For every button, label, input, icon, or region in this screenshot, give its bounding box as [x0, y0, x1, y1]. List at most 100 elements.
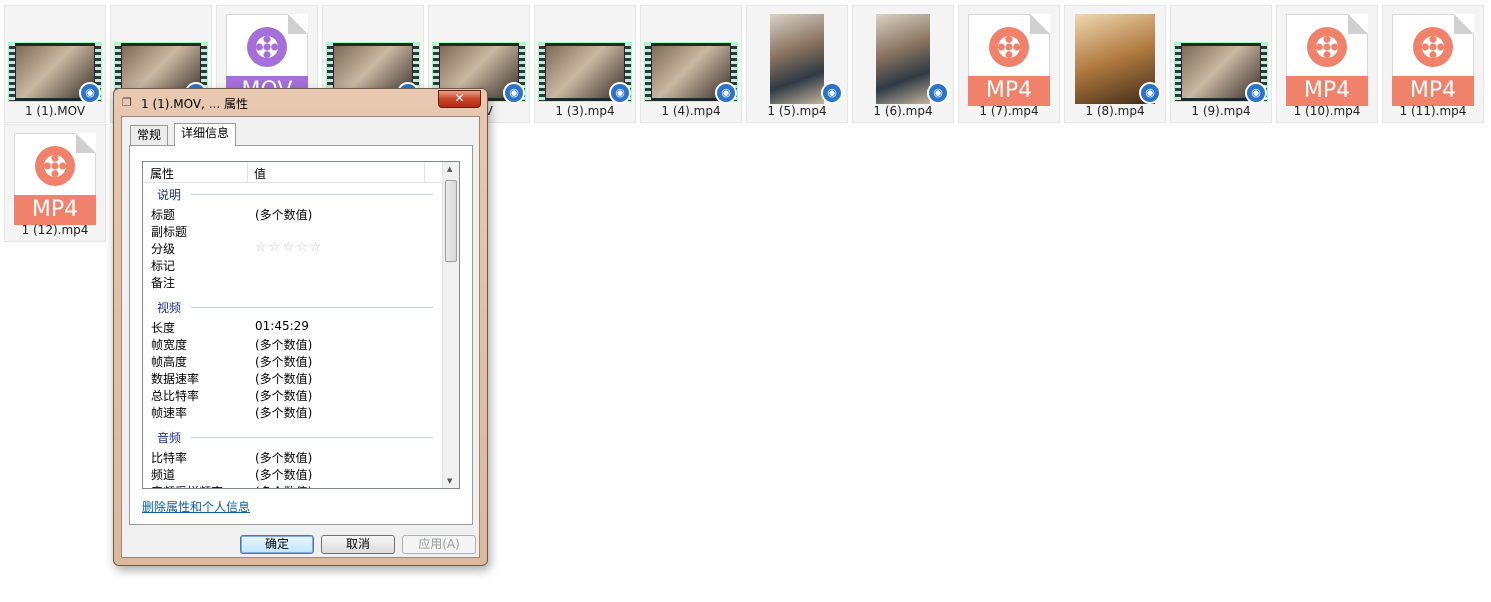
property-row[interactable]: 备注	[151, 274, 175, 291]
property-value: (多个数值)	[255, 338, 313, 352]
property-row[interactable]: 音频采样频率 (多个数值)	[151, 483, 312, 488]
property-row[interactable]: 数据速率 (多个数值)	[151, 370, 312, 387]
property-value: (多个数值)	[255, 468, 313, 482]
player-badge-icon: ◉	[503, 82, 525, 104]
property-value: (多个数值)	[255, 208, 313, 222]
property-row[interactable]: 标记	[151, 257, 175, 274]
property-label: 副标题	[151, 225, 188, 239]
property-label: 总比特率	[151, 389, 200, 403]
file-name: 1 (11).mp4	[1399, 104, 1467, 118]
property-value: (多个数值)	[255, 355, 313, 369]
tab-general[interactable]: 常规	[130, 125, 169, 145]
page-fold	[76, 133, 96, 153]
property-value: (多个数值)	[255, 483, 312, 488]
star-icon[interactable]: ☆	[310, 240, 322, 255]
property-label: 数据速率	[151, 372, 200, 386]
property-label: 标记	[151, 259, 176, 273]
file-name: 1 (7).mp4	[979, 104, 1039, 118]
video-thumbnail	[770, 14, 824, 104]
close-button[interactable]: ✕	[438, 90, 481, 108]
remove-properties-link[interactable]: 删除属性和个人信息	[142, 498, 250, 515]
group-header[interactable]: 说明	[157, 186, 433, 202]
property-row[interactable]: 分级 ☆ ☆ ☆ ☆ ☆	[151, 240, 321, 257]
group-divider	[191, 194, 433, 195]
dialog-titlebar[interactable]: ❐ 1 (1).MOV, ... 属性 ✕	[114, 89, 487, 115]
header-property[interactable]: 属性	[150, 165, 174, 182]
star-icon[interactable]: ☆	[282, 240, 294, 255]
video-thumbnail	[876, 14, 930, 104]
scroll-thumb[interactable]	[445, 180, 457, 262]
file-tile[interactable]: MP4 1 (7).mp4	[958, 5, 1060, 123]
film-reel-icon	[35, 146, 75, 186]
property-row[interactable]: 帧高度 (多个数值)	[151, 353, 312, 370]
ok-button[interactable]: 确定	[240, 535, 314, 554]
property-row[interactable]: 帧宽度 (多个数值)	[151, 336, 312, 353]
property-row[interactable]: 帧速率 (多个数值)	[151, 404, 312, 421]
property-row[interactable]: 标题 (多个数值)	[151, 206, 312, 223]
file-name: 1 (4).mp4	[661, 104, 721, 118]
film-reel-icon	[1307, 27, 1347, 67]
file-tile[interactable]: ◉ 1 (9).mp4	[1170, 5, 1272, 123]
group-header[interactable]: 音频	[157, 429, 433, 445]
file-tile[interactable]: MP4 1 (10).mp4	[1276, 5, 1378, 123]
page-fold	[288, 14, 308, 34]
file-tile[interactable]: MP4 1 (12).mp4	[4, 124, 106, 242]
property-value: (多个数值)	[255, 389, 313, 403]
property-row[interactable]: 总比特率 (多个数值)	[151, 387, 312, 404]
vertical-scrollbar[interactable]: ▲ ▼	[442, 162, 459, 488]
property-label: 长度	[151, 321, 176, 335]
film-reel-icon	[1413, 27, 1453, 67]
cancel-button[interactable]: 取消	[321, 535, 395, 554]
player-badge-icon: ◉	[609, 82, 631, 104]
header-separator[interactable]	[247, 162, 248, 182]
page-fold	[1030, 14, 1050, 34]
player-badge-icon: ◉	[821, 82, 843, 104]
file-extension-label: MP4	[1392, 76, 1474, 106]
property-label: 音频采样频率	[151, 485, 223, 488]
file-tile[interactable]: ◉ 1 (4).mp4	[640, 5, 742, 123]
player-badge-icon: ◉	[1245, 82, 1267, 104]
property-row[interactable]: 频道 (多个数值)	[151, 466, 312, 483]
property-row[interactable]: 长度 01:45:29	[151, 319, 309, 336]
header-separator[interactable]	[424, 162, 425, 182]
file-name: 1 (3).mp4	[555, 104, 615, 118]
property-label: 帧宽度	[151, 338, 188, 352]
file-tile[interactable]: ◉ 1 (6).mp4	[852, 5, 954, 123]
file-name: 1 (12).mp4	[21, 223, 89, 237]
file-tile[interactable]: MP4 1 (11).mp4	[1382, 5, 1484, 123]
file-tile[interactable]: ◉ 1 (8).mp4	[1064, 5, 1166, 123]
property-label: 帧速率	[151, 406, 188, 420]
tab-details[interactable]: 详细信息	[174, 123, 237, 146]
scroll-down-icon[interactable]: ▼	[447, 477, 452, 485]
scroll-up-icon[interactable]: ▲	[447, 165, 452, 173]
file-tile[interactable]: ◉ 1 (3).mp4	[534, 5, 636, 123]
star-icon[interactable]: ☆	[255, 240, 267, 255]
player-badge-icon: ◉	[1139, 82, 1161, 104]
group-header[interactable]: 视频	[157, 299, 433, 315]
group-title: 音频	[157, 431, 182, 445]
group-title: 视频	[157, 301, 182, 315]
property-value: (多个数值)	[255, 372, 313, 386]
file-tile[interactable]: ◉ 1 (1).MOV	[4, 5, 106, 123]
file-name: 1 (8).mp4	[1085, 104, 1145, 118]
property-label: 标题	[151, 208, 176, 222]
files-icon: ❐	[122, 96, 132, 109]
dialog-client: 常规 详细信息 属性 值 说明标题 (多个数值) 副标题 分级 ☆ ☆ ☆ ☆ ☆ 标记备注视频长…	[121, 116, 480, 558]
file-type-icon: MP4	[968, 14, 1050, 106]
page-fold	[1348, 14, 1368, 34]
property-label: 频道	[151, 468, 176, 482]
file-tile[interactable]: ◉ 1 (5).mp4	[746, 5, 848, 123]
property-label: 帧高度	[151, 355, 188, 369]
file-type-icon: MP4	[14, 133, 96, 225]
star-icon[interactable]: ☆	[296, 240, 308, 255]
property-row[interactable]: 比特率 (多个数值)	[151, 449, 312, 466]
player-badge-icon: ◉	[79, 82, 101, 104]
star-icon[interactable]: ☆	[269, 240, 281, 255]
properties-list[interactable]: 属性 值 说明标题 (多个数值) 副标题 分级 ☆ ☆ ☆ ☆ ☆ 标记备注视频长度 01:45:2…	[142, 161, 460, 489]
property-label: 备注	[151, 276, 176, 290]
property-row[interactable]: 副标题	[151, 223, 187, 240]
header-value[interactable]: 值	[254, 165, 266, 182]
details-page: 属性 值 说明标题 (多个数值) 副标题 分级 ☆ ☆ ☆ ☆ ☆ 标记备注视频长度 01:45:2…	[129, 145, 473, 525]
group-divider	[191, 437, 433, 438]
apply-button[interactable]: 应用(A)	[402, 535, 476, 554]
